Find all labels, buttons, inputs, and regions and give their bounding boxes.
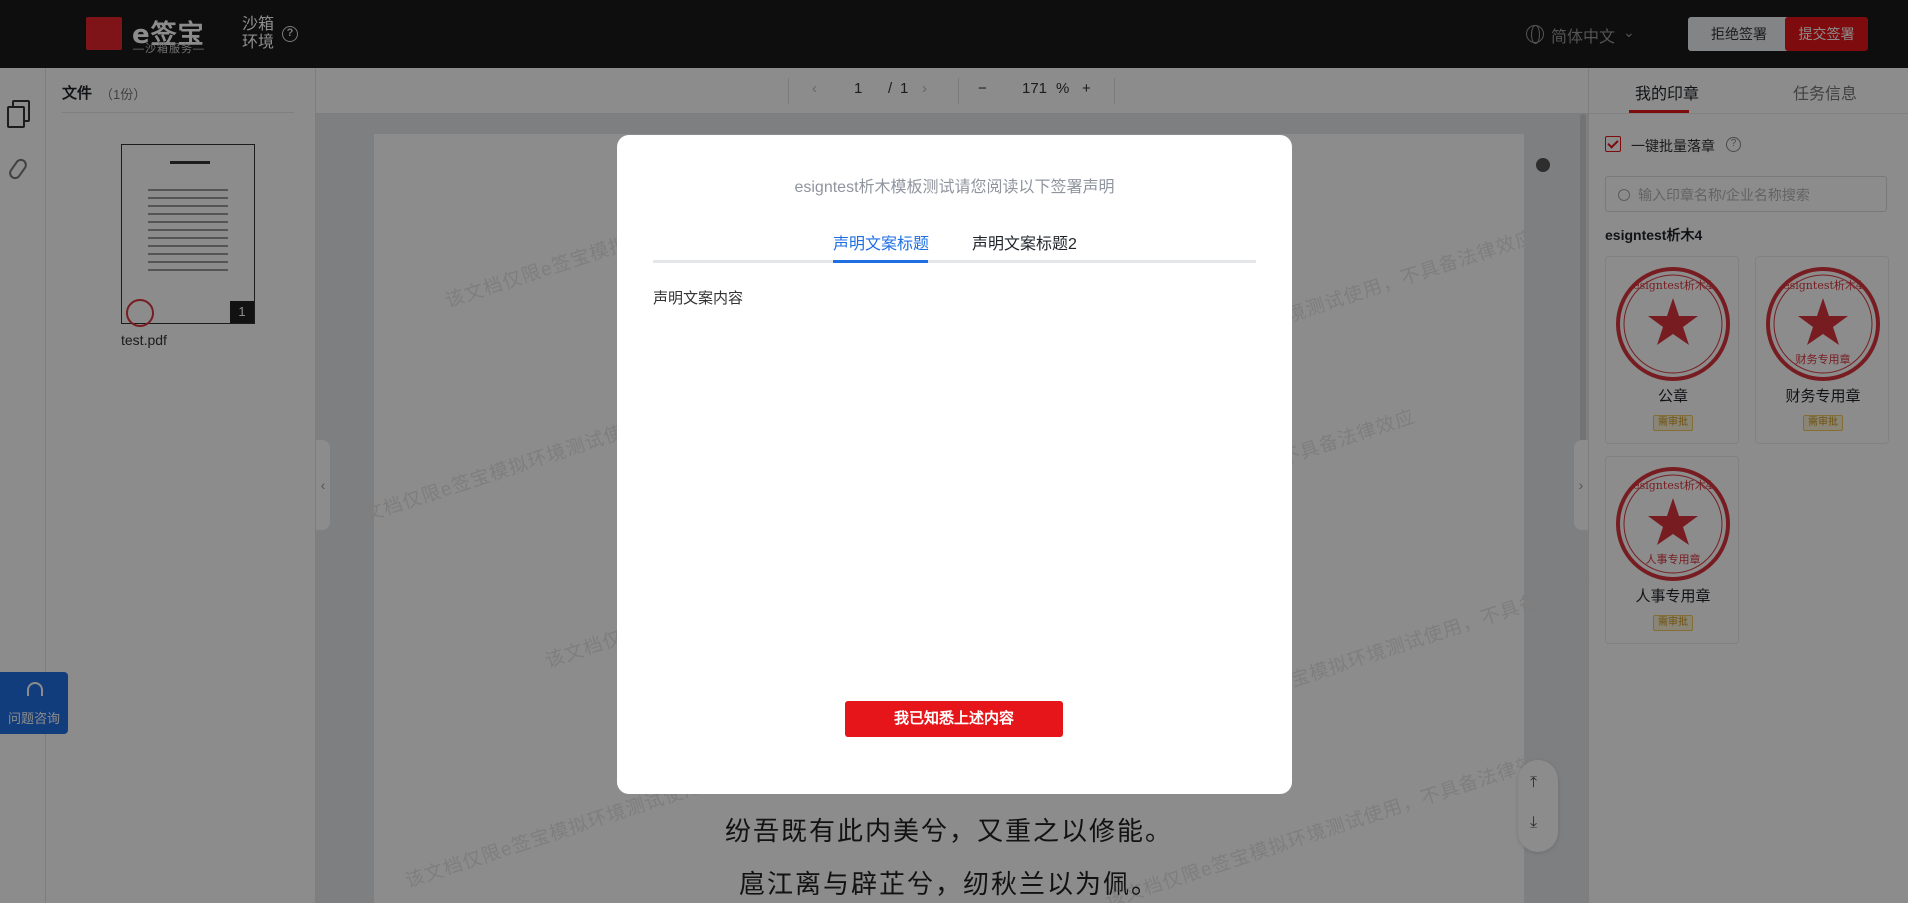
modal-tabs-divider: [653, 260, 1256, 263]
statement-content: 声明文案内容: [653, 290, 744, 307]
acknowledge-button[interactable]: 我已知悉上述内容: [845, 701, 1063, 737]
active-tab-indicator: [833, 260, 928, 263]
tab-statement-2[interactable]: 声明文案标题2: [972, 230, 1077, 254]
tab-statement-1[interactable]: 声明文案标题: [833, 230, 929, 254]
modal-title: esigntest析木模板测试请您阅读以下签署声明: [794, 179, 1115, 196]
sign-statement-modal: esigntest析木模板测试请您阅读以下签署声明 声明文案标题 声明文案标题2…: [617, 135, 1292, 794]
